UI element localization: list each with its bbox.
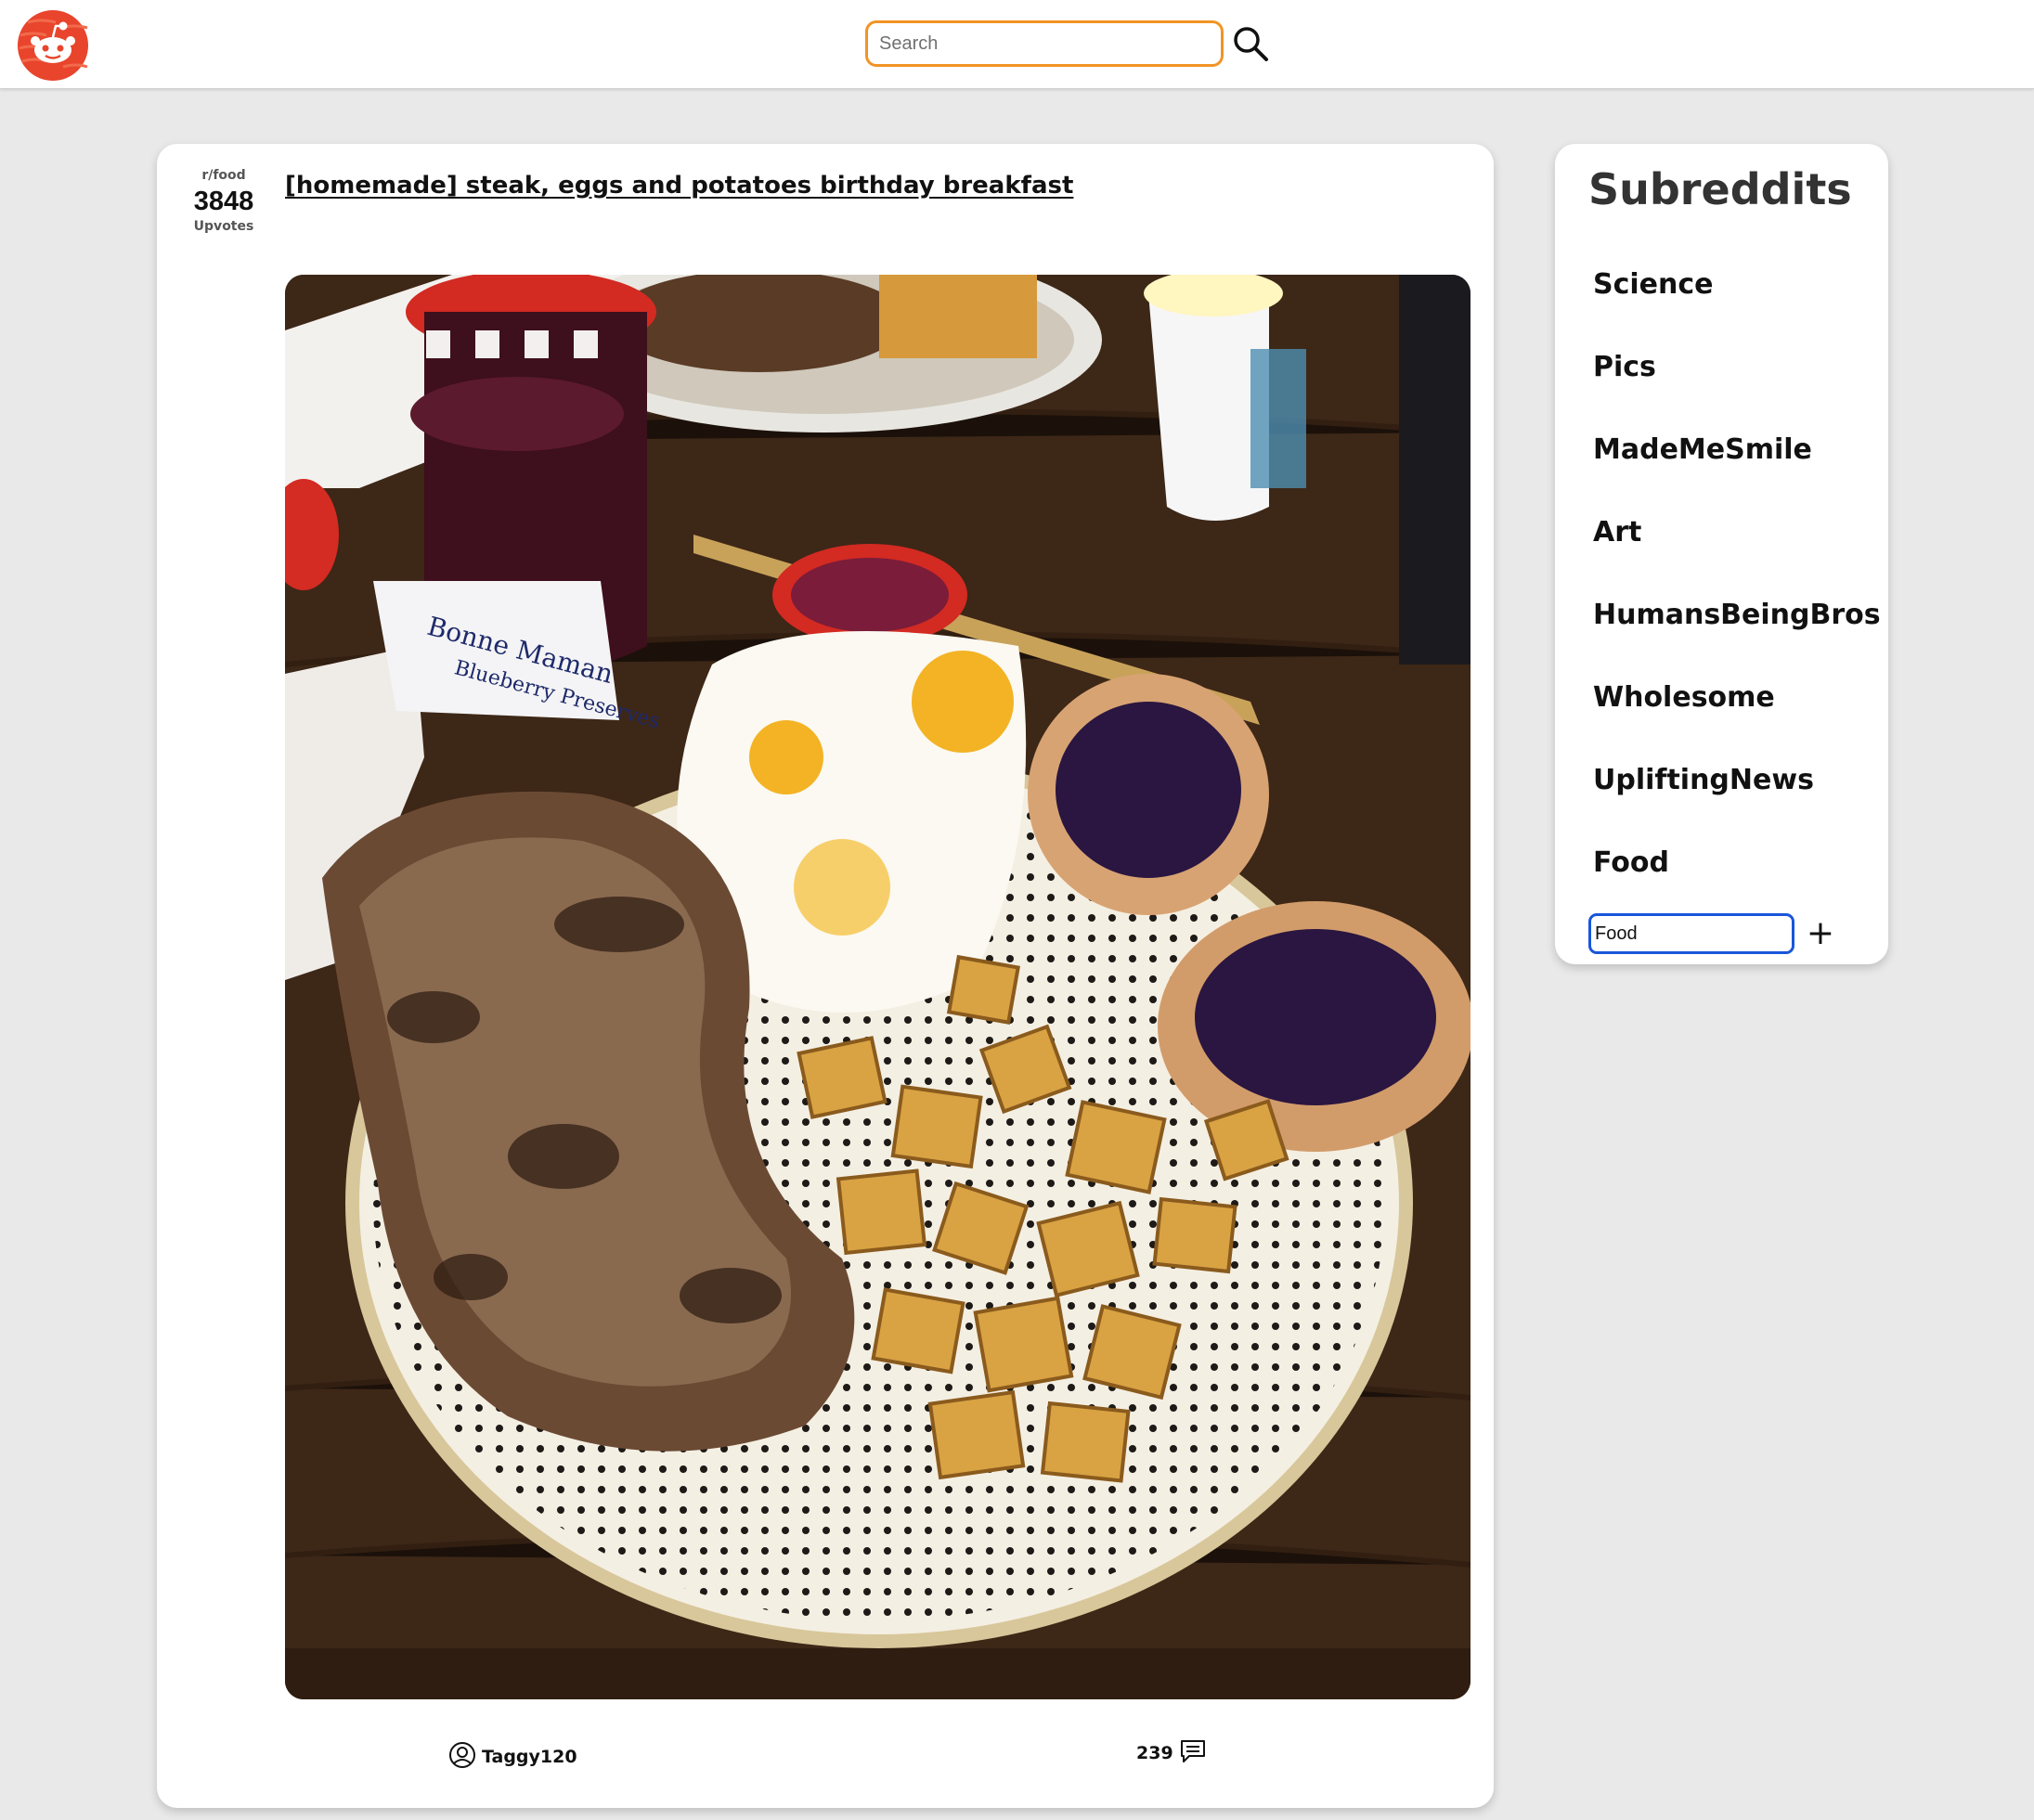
- top-header: [0, 0, 2034, 89]
- author-name: Taggy120: [482, 1747, 577, 1767]
- sidebar-item-humansbeingbros[interactable]: HumansBeingBros: [1593, 595, 1881, 678]
- search-input[interactable]: [865, 20, 1224, 67]
- comment-count: 239: [1136, 1743, 1173, 1763]
- comment-icon: [1179, 1738, 1207, 1768]
- sidebar-item-wholesome[interactable]: Wholesome: [1593, 678, 1881, 760]
- search-icon[interactable]: [1231, 24, 1270, 63]
- post-title-link[interactable]: [homemade] steak, eggs and potatoes birt…: [285, 172, 1073, 200]
- sidebar-item-pics[interactable]: Pics: [1593, 347, 1881, 430]
- add-subreddit-input[interactable]: [1588, 913, 1794, 954]
- upvote-count: 3848: [193, 187, 254, 216]
- post-author[interactable]: Taggy120: [448, 1741, 577, 1773]
- post-subreddit-link[interactable]: r/food: [177, 168, 270, 183]
- post-image[interactable]: Bonne Maman Blueberry Preserves: [285, 275, 1470, 1699]
- post-card: r/food 3848 Upvotes [homemade] steak, eg…: [157, 144, 1494, 1808]
- sidebar-title: Subreddits: [1588, 164, 1852, 214]
- comments-link[interactable]: 239: [1136, 1738, 1207, 1768]
- add-subreddit-button[interactable]: +: [1804, 913, 1837, 954]
- sidebar-item-mademesmile[interactable]: MadeMeSmile: [1593, 430, 1881, 512]
- sidebar-item-science[interactable]: Science: [1593, 265, 1881, 347]
- user-circle-icon: [448, 1741, 476, 1773]
- reddit-logo-icon[interactable]: [15, 7, 91, 82]
- subreddits-sidebar: Subreddits Science Pics MadeMeSmile Art …: [1555, 144, 1888, 964]
- upvote-label: Upvotes: [193, 219, 254, 234]
- subreddit-list: Science Pics MadeMeSmile Art HumansBeing…: [1593, 265, 1881, 925]
- vote-column: r/food 3848 Upvotes: [177, 168, 270, 234]
- sidebar-item-art[interactable]: Art: [1593, 512, 1881, 595]
- sidebar-item-upliftingnews[interactable]: UpliftingNews: [1593, 760, 1881, 843]
